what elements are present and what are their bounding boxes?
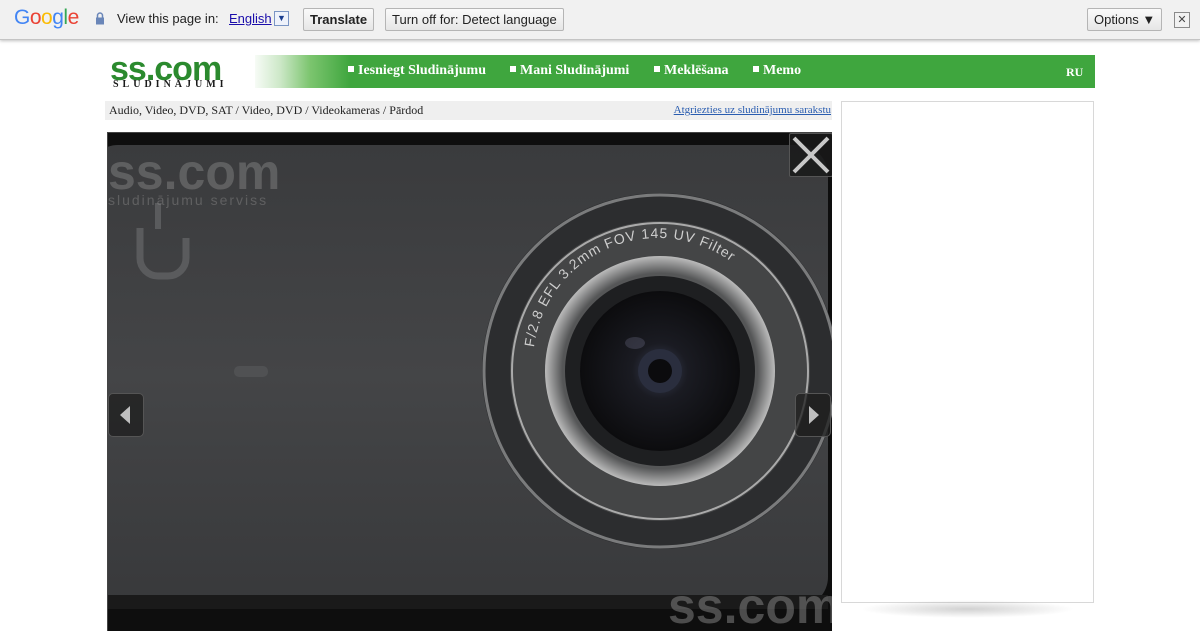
site-header: ss.com SLUDINĀJUMI Iesniegt Sludinājumu …: [105, 50, 1095, 90]
close-photo-button[interactable]: [789, 133, 832, 177]
translate-button[interactable]: Translate: [303, 8, 375, 31]
watermark-top-sub: sludinājumu serviss: [108, 192, 268, 208]
turn-off-button[interactable]: Turn off for: Detect language: [385, 8, 564, 31]
site-logo[interactable]: ss.com SLUDINĀJUMI: [105, 50, 255, 90]
nav-my-ads[interactable]: Mani Sludinājumi: [510, 63, 629, 79]
nav-search[interactable]: Meklēšana: [654, 63, 729, 79]
language-dropdown-icon[interactable]: ▼: [274, 11, 289, 26]
language-link[interactable]: English: [229, 11, 272, 26]
bullet-icon: [510, 66, 516, 72]
nav-label: Memo: [763, 63, 802, 78]
translate-prompt: View this page in:: [117, 11, 219, 26]
arrow-left-icon: [120, 406, 130, 424]
nav-memo[interactable]: Memo: [753, 63, 801, 79]
sidebar-ad-box: [841, 101, 1094, 603]
bullet-icon: [348, 66, 354, 72]
google-logo: Google: [14, 6, 79, 29]
nav-label: Mani Sludinājumi: [520, 63, 630, 78]
nav-submit-ad[interactable]: Iesniegt Sludinājumu: [348, 63, 486, 79]
sidebar-shadow: [860, 600, 1075, 618]
next-photo-button[interactable]: [795, 393, 831, 437]
photo-viewer[interactable]: ss.com sludinājumu serviss ss.com F/2.8 …: [107, 132, 832, 631]
options-button[interactable]: Options ▼: [1087, 8, 1163, 31]
bullet-icon: [654, 66, 660, 72]
breadcrumb-path[interactable]: Audio, Video, DVD, SAT / Video, DVD / Vi…: [109, 103, 423, 118]
camera-photo: ss.com sludinājumu serviss ss.com F/2.8 …: [108, 133, 832, 631]
breadcrumb: Audio, Video, DVD, SAT / Video, DVD / Vi…: [105, 101, 832, 120]
nav-label: Iesniegt Sludinājumu: [358, 63, 486, 78]
logo-subtitle: SLUDINĀJUMI: [113, 79, 228, 90]
bullet-icon: [753, 66, 759, 72]
lock-icon: [96, 12, 104, 25]
translate-bar: Google View this page in: English ▼ Tran…: [0, 0, 1200, 40]
back-to-list-link[interactable]: Atgriezties uz sludinājumu sarakstu: [674, 104, 831, 116]
close-icon[interactable]: ✕: [1174, 12, 1190, 28]
watermark-bottom: ss.com: [668, 578, 832, 631]
arrow-right-icon: [809, 406, 819, 424]
language-switch-ru[interactable]: RU: [1066, 65, 1083, 80]
close-icon: [792, 136, 830, 174]
nav-label: Meklēšana: [664, 63, 729, 78]
prev-photo-button[interactable]: [108, 393, 144, 437]
